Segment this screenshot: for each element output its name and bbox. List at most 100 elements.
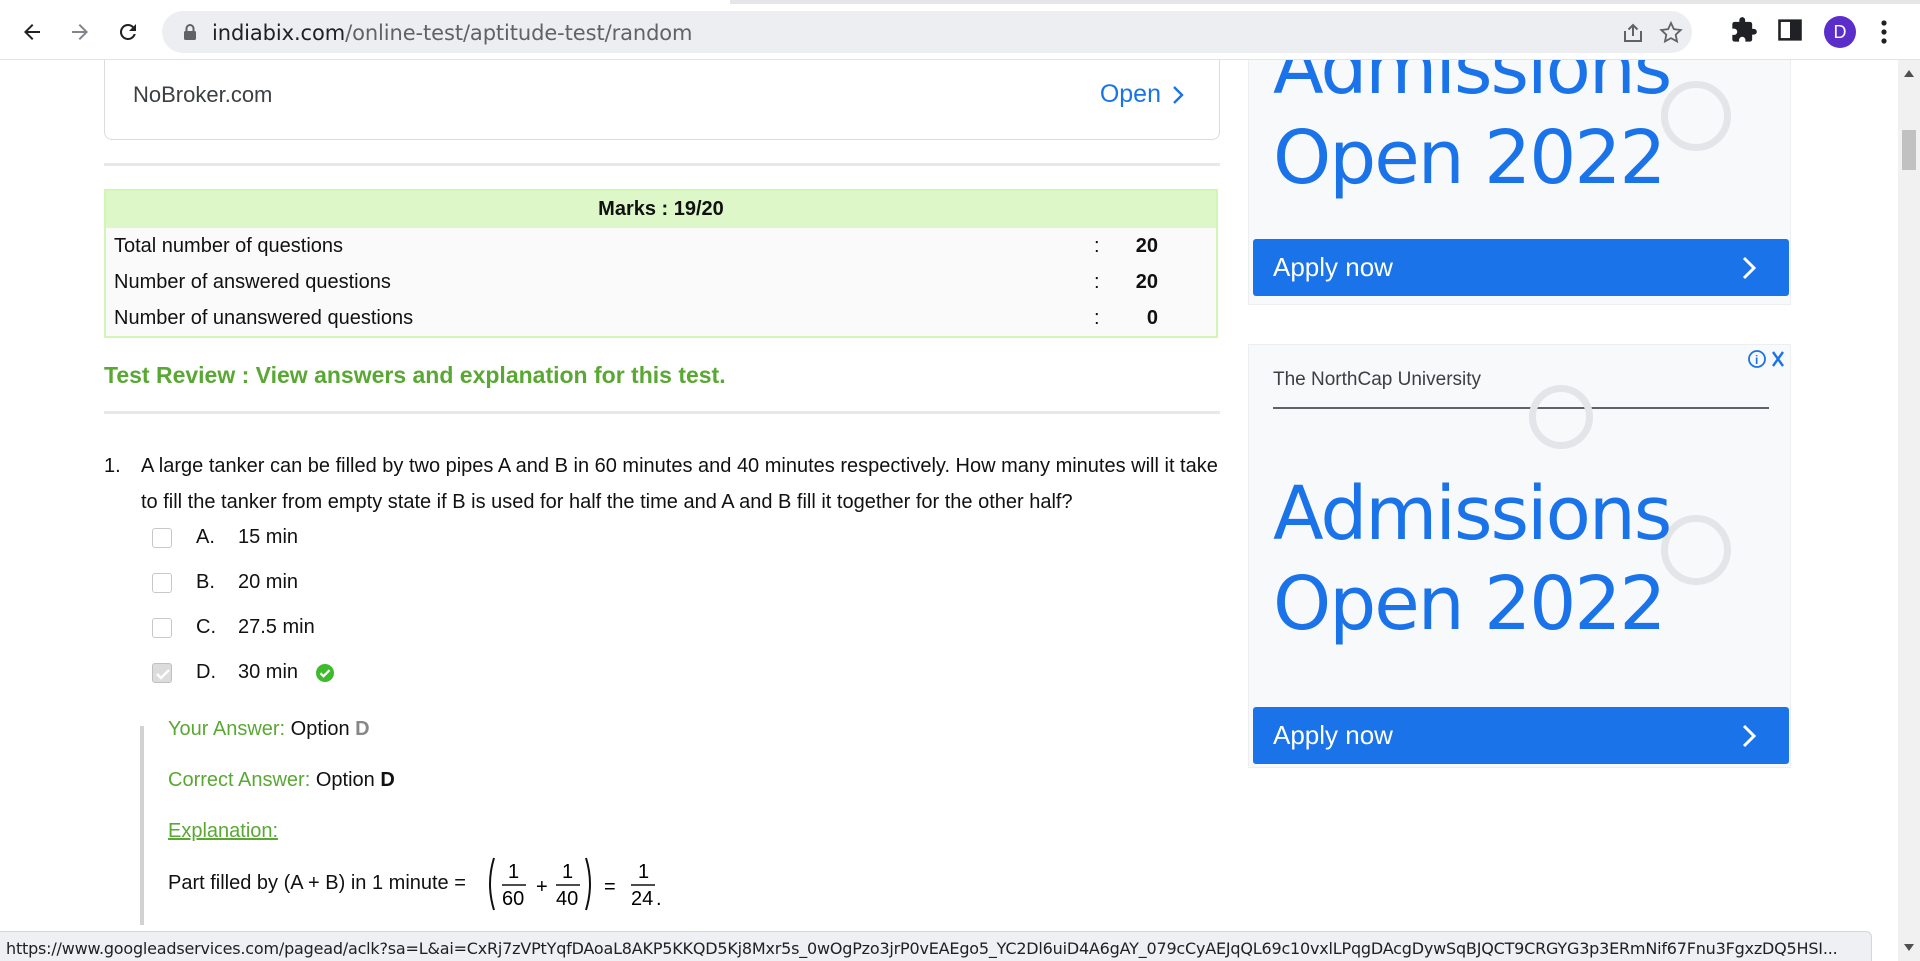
marks-row: Total number of questions : 20 xyxy=(106,228,1216,264)
forward-arrow-icon xyxy=(72,24,88,40)
marks-row-colon: : xyxy=(1094,271,1100,293)
option-letter: A. xyxy=(196,526,215,548)
option-text[interactable]: 15 min xyxy=(238,526,298,549)
marks-row-label: Number of answered questions xyxy=(114,271,391,293)
apply-now-label: Apply now xyxy=(1273,720,1393,750)
ad-headline-top: Admissions xyxy=(1273,471,1672,557)
svg-text:i: i xyxy=(1755,353,1758,367)
plus-sign: + xyxy=(536,876,548,898)
apply-now-button[interactable]: Apply now xyxy=(1253,239,1789,296)
correct-answer-label: Correct Answer: xyxy=(168,769,311,791)
option-letter: B. xyxy=(196,571,215,593)
ad-divider xyxy=(1273,407,1769,409)
status-bar-url: https://www.googleadservices.com/pagead/… xyxy=(0,931,1872,961)
option-checkbox[interactable] xyxy=(152,573,172,593)
marks-summary-table: Marks : 19/20 Total number of questions … xyxy=(104,189,1218,338)
active-tab-edge[interactable] xyxy=(0,0,730,4)
lock-icon[interactable] xyxy=(180,22,200,42)
scroll-up-icon[interactable] xyxy=(1903,68,1915,78)
profile-avatar[interactable]: D xyxy=(1824,16,1856,48)
browser-menu-icon[interactable] xyxy=(1876,18,1892,46)
correct-answer-line: Correct Answer: Option D xyxy=(168,769,395,792)
marks-row-value: 20 xyxy=(1135,271,1158,293)
fraction-2-numerator: 1 xyxy=(562,861,573,883)
your-answer-value: Option xyxy=(290,718,350,740)
option-text[interactable]: 20 min xyxy=(238,571,298,594)
vertical-scrollbar[interactable] xyxy=(1898,60,1920,961)
question-number: 1. xyxy=(104,455,121,477)
reload-button[interactable] xyxy=(110,14,146,50)
fraction-3-denominator: 24 xyxy=(631,888,653,910)
explanation-label[interactable]: Explanation: xyxy=(168,820,278,842)
option-checkbox-checked[interactable] xyxy=(152,663,172,683)
marks-row-label: Total number of questions xyxy=(114,235,344,257)
ad-open-label: Open xyxy=(1099,80,1161,108)
marks-row: Number of answered questions : 20 xyxy=(106,264,1216,300)
ad-headline-top: Admissions xyxy=(1273,60,1672,111)
marks-row-value: 0 xyxy=(1146,307,1158,329)
fraction-2-denominator: 40 xyxy=(556,888,578,910)
side-panel-icon[interactable] xyxy=(1776,16,1804,44)
marks-row-colon: : xyxy=(1094,307,1100,329)
question-text: A large tanker can be filled by two pipe… xyxy=(141,455,1218,513)
watermark-logo-icon xyxy=(1661,515,1731,585)
scroll-down-icon[interactable] xyxy=(1903,943,1915,953)
ad-advertiser-name: NoBroker.com xyxy=(133,82,273,107)
watermark-logo-icon xyxy=(1529,385,1593,449)
explanation-link[interactable]: Explanation: xyxy=(168,820,278,843)
fraction-1-numerator: 1 xyxy=(508,861,519,883)
option-letter: D. xyxy=(196,661,216,683)
url-text[interactable]: indiabix.com/online-test/aptitude-test/r… xyxy=(212,21,693,45)
fraction-1-denominator: 60 xyxy=(502,888,524,910)
bookmark-star-icon[interactable] xyxy=(1658,20,1684,46)
ad-headline-bottom: Open 2022 xyxy=(1273,115,1666,201)
page-viewport: NoBroker.com Open Marks : 19/20 Total nu… xyxy=(0,60,1898,925)
tab-strip xyxy=(0,0,1920,4)
extensions-puzzle-icon[interactable] xyxy=(1730,16,1758,44)
nobroker-ad[interactable]: NoBroker.com Open xyxy=(104,60,1220,140)
share-icon[interactable] xyxy=(1620,20,1646,46)
back-button[interactable] xyxy=(14,14,50,50)
formula-text: Part filled by (A + B) in 1 minute = xyxy=(168,872,466,894)
marks-row-label: Number of unanswered questions xyxy=(114,307,414,329)
test-review-link[interactable]: Test Review : View answers and explanati… xyxy=(104,362,726,389)
correct-answer-value: Option xyxy=(315,769,375,791)
period: . xyxy=(656,888,662,910)
back-arrow-icon xyxy=(24,24,40,40)
option-checkbox[interactable] xyxy=(152,528,172,548)
scrollbar-thumb[interactable] xyxy=(1902,130,1916,170)
ad-open-button[interactable]: Open xyxy=(1100,80,1185,109)
chevron-right-icon xyxy=(1742,724,1757,748)
marks-row: Number of unanswered questions : 0 xyxy=(106,300,1216,336)
admissions-ad-northcap[interactable]: The NorthCap University Admissions Open … xyxy=(1248,344,1791,768)
watermark-logo-icon xyxy=(1661,81,1731,151)
your-answer-line: Your Answer: Option D xyxy=(168,718,370,741)
your-answer-option: D xyxy=(355,718,370,740)
correct-answer-icon xyxy=(316,664,334,682)
reload-icon xyxy=(119,23,136,40)
apply-now-button[interactable]: Apply now xyxy=(1253,707,1789,764)
option-letter: C. xyxy=(196,616,216,638)
answer-explanation-panel: Your Answer: Option D Correct Answer: Op… xyxy=(140,718,1220,925)
admissions-ad-top[interactable]: Admissions Open 2022 Apply now xyxy=(1248,60,1791,305)
browser-toolbar: indiabix.com/online-test/aptitude-test/r… xyxy=(0,0,1920,60)
address-bar[interactable]: indiabix.com/online-test/aptitude-test/r… xyxy=(162,11,1692,53)
ad-university-name: The NorthCap University xyxy=(1273,369,1482,390)
option-text[interactable]: 27.5 min xyxy=(238,616,315,639)
url-path: /online-test/aptitude-test/random xyxy=(345,21,693,45)
checkmark-icon xyxy=(156,669,170,680)
correct-answer-option: D xyxy=(380,769,395,791)
option-checkbox[interactable] xyxy=(152,618,172,638)
apply-now-label: Apply now xyxy=(1273,252,1393,282)
ad-headline-bottom: Open 2022 xyxy=(1273,561,1666,647)
url-domain: indiabix.com xyxy=(212,21,346,45)
option-text[interactable]: 30 min xyxy=(238,661,298,684)
forward-button[interactable] xyxy=(62,14,98,50)
marks-title: Marks : 19/20 xyxy=(106,191,1216,228)
equals-sign: = xyxy=(604,876,616,898)
marks-row-colon: : xyxy=(1094,235,1100,257)
adchoices-icon[interactable]: i xyxy=(1748,348,1788,370)
chevron-right-icon xyxy=(1742,256,1757,280)
chevron-right-icon xyxy=(1173,85,1184,104)
marks-row-value: 20 xyxy=(1135,235,1158,257)
